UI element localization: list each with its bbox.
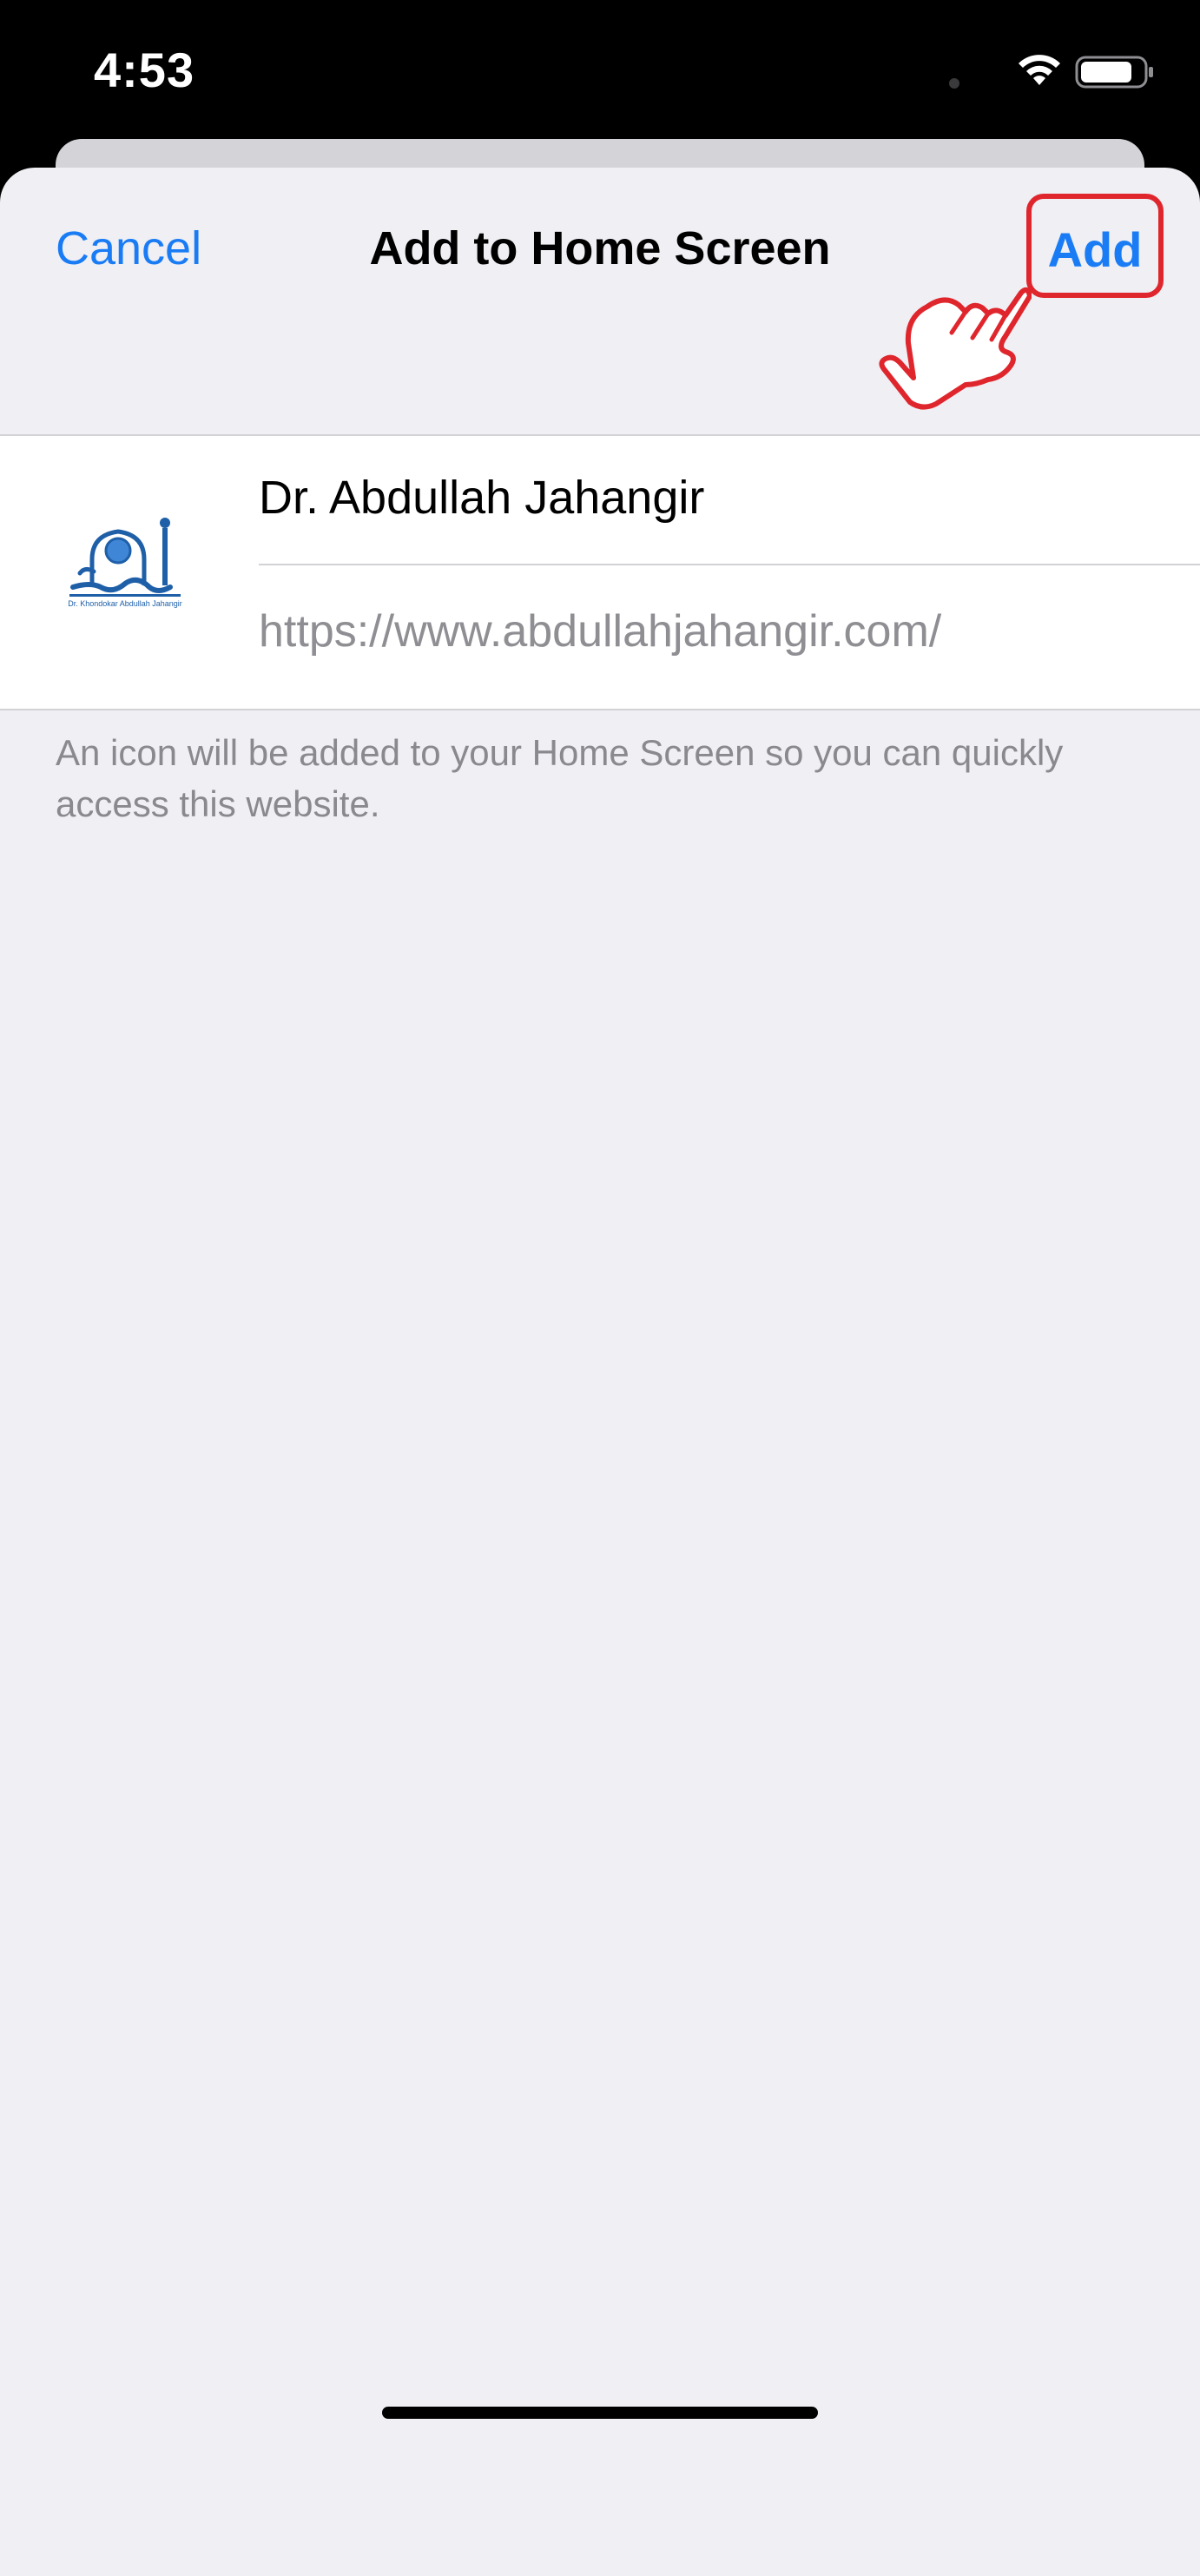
add-to-home-sheet: Cancel Add to Home Screen Add Dr. Khondo… bbox=[0, 168, 1200, 2576]
footer-note: An icon will be added to your Home Scree… bbox=[56, 732, 1064, 824]
camera-indicator-dot bbox=[949, 78, 959, 89]
add-button-highlight[interactable]: Add bbox=[1026, 194, 1164, 298]
bookmark-name-input[interactable]: Dr. Abdullah Jahangir bbox=[259, 471, 704, 525]
battery-icon bbox=[1075, 56, 1153, 89]
sheet-title: Add to Home Screen bbox=[369, 222, 831, 274]
field-divider bbox=[259, 564, 1200, 565]
wifi-icon bbox=[1019, 55, 1060, 85]
status-time: 4:53 bbox=[94, 43, 195, 97]
site-logo-icon: Dr. Khondokar Abdullah Jahangir bbox=[56, 497, 195, 636]
status-bar: 4:53 bbox=[0, 0, 1200, 148]
bookmark-card: Dr. Khondokar Abdullah Jahangir Dr. Abdu… bbox=[0, 434, 1200, 710]
bookmark-url: https://www.abdullahjahangir.com/ bbox=[259, 606, 942, 657]
pointing-hand-icon bbox=[879, 287, 1032, 410]
home-indicator[interactable] bbox=[382, 2407, 818, 2419]
logo-caption: Dr. Khondokar Abdullah Jahangir bbox=[68, 599, 182, 608]
add-button[interactable]: Add bbox=[1032, 221, 1158, 278]
